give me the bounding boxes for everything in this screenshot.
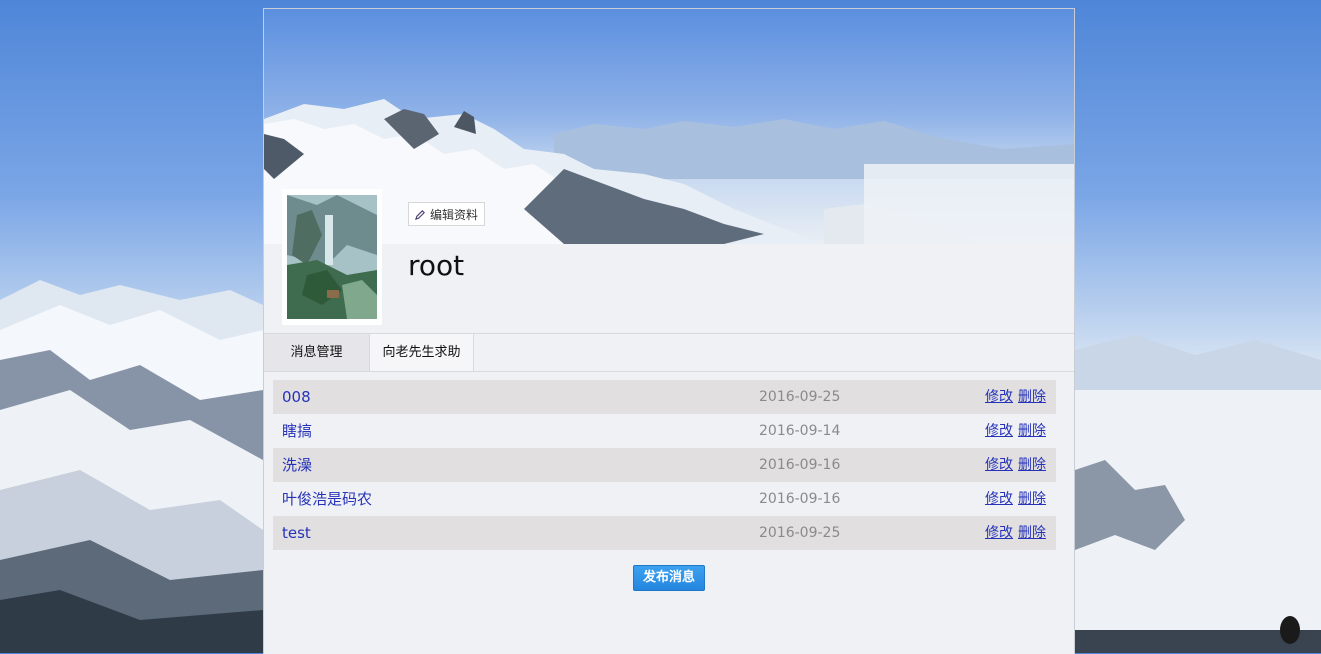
list-item: 008 2016-09-25 修改 删除 xyxy=(273,380,1056,414)
username: root xyxy=(408,249,465,282)
message-title-link[interactable]: 008 xyxy=(282,380,311,414)
avatar xyxy=(282,189,382,325)
avatar-painting-image xyxy=(287,195,377,319)
delete-message-link[interactable]: 删除 xyxy=(1018,516,1046,550)
message-title-link[interactable]: 瞎搞 xyxy=(282,414,312,448)
edit-message-link[interactable]: 修改 xyxy=(985,448,1013,482)
background-clouds-right xyxy=(1075,320,1321,653)
tab-message-management[interactable]: 消息管理 xyxy=(264,334,369,371)
edit-message-link[interactable]: 修改 xyxy=(985,482,1013,516)
edit-message-link[interactable]: 修改 xyxy=(985,380,1013,414)
publish-message-button[interactable]: 发布消息 xyxy=(633,565,705,591)
message-list: 008 2016-09-25 修改 删除 瞎搞 2016-09-14 修改 删除… xyxy=(273,380,1056,550)
edit-message-link[interactable]: 修改 xyxy=(985,414,1013,448)
edit-profile-label: 编辑资料 xyxy=(430,207,479,222)
message-title-link[interactable]: test xyxy=(282,516,311,550)
message-date: 2016-09-14 xyxy=(759,423,841,439)
list-item: test 2016-09-25 修改 删除 xyxy=(273,516,1056,550)
delete-message-link[interactable]: 删除 xyxy=(1018,414,1046,448)
edit-profile-button[interactable]: 编辑资料 xyxy=(408,202,486,226)
profile-card: 编辑资料 root 消息管理 向老先生求助 008 2016-09-25 修改 … xyxy=(263,8,1075,654)
delete-message-link[interactable]: 删除 xyxy=(1018,380,1046,414)
message-date: 2016-09-16 xyxy=(759,491,841,507)
background-mountains-left xyxy=(0,270,263,653)
tab-bar: 消息管理 向老先生求助 xyxy=(264,333,1074,372)
list-item: 瞎搞 2016-09-14 修改 删除 xyxy=(273,414,1056,448)
message-date: 2016-09-25 xyxy=(759,389,841,405)
list-item: 叶俊浩是码农 2016-09-16 修改 删除 xyxy=(273,482,1056,516)
message-date: 2016-09-16 xyxy=(759,457,841,473)
edit-message-link[interactable]: 修改 xyxy=(985,516,1013,550)
cover-banner xyxy=(264,9,1074,244)
delete-message-link[interactable]: 删除 xyxy=(1018,448,1046,482)
list-item: 洗澡 2016-09-16 修改 删除 xyxy=(273,448,1056,482)
pencil-icon xyxy=(415,209,425,220)
delete-message-link[interactable]: 删除 xyxy=(1018,482,1046,516)
tab-ask-for-help[interactable]: 向老先生求助 xyxy=(369,334,474,371)
message-date: 2016-09-25 xyxy=(759,525,841,541)
message-title-link[interactable]: 叶俊浩是码农 xyxy=(282,482,372,516)
message-title-link[interactable]: 洗澡 xyxy=(282,448,312,482)
